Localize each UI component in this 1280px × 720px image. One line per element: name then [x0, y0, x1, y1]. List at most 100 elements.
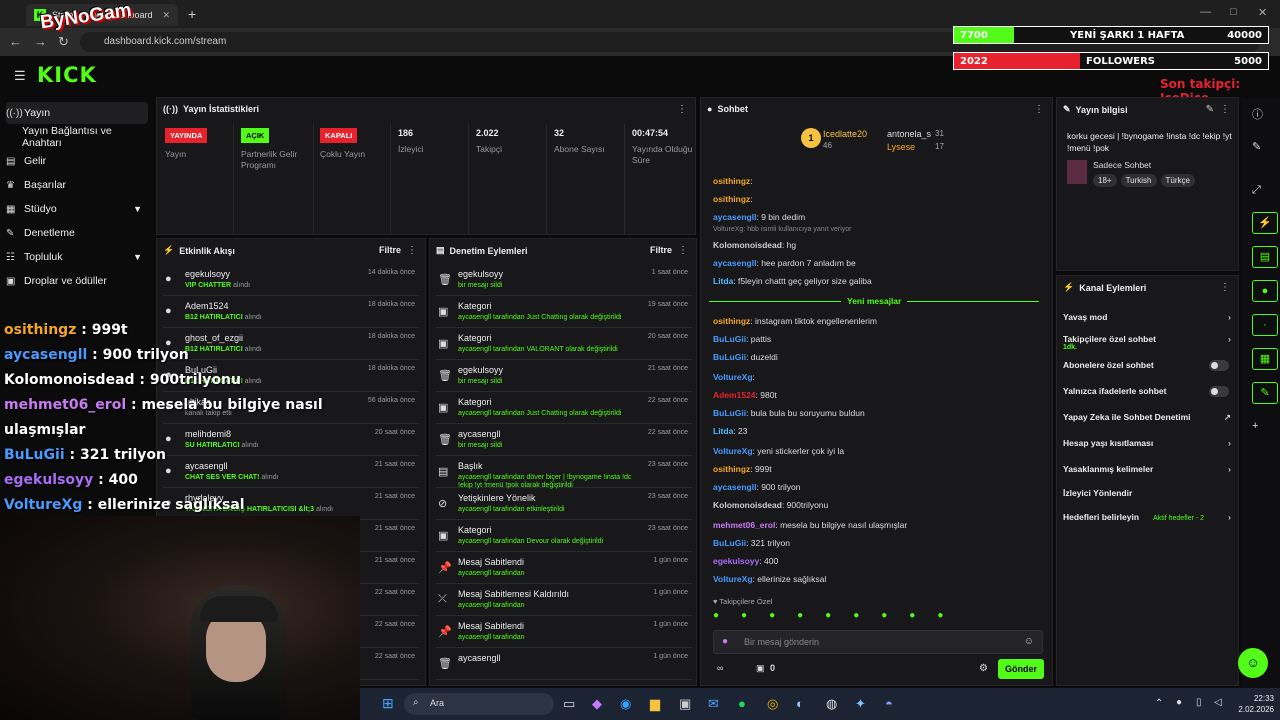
more-icon[interactable]: ⋮	[1220, 282, 1230, 293]
add-icon[interactable]: +	[1252, 420, 1258, 432]
chat-message[interactable]: osithingz: instagram tiktok engellenenle…	[713, 316, 877, 326]
chat-username[interactable]: Kolomonoisdead	[713, 240, 782, 250]
top-gifter-3[interactable]: Lysese	[887, 142, 915, 152]
chat-message[interactable]: osithingz: 999t	[713, 464, 772, 474]
toggle-switch[interactable]	[1209, 386, 1229, 397]
mod-action-row[interactable]: ⤫ Mesaj Sabitlemesi Kaldırıldı aycasengll …	[436, 585, 692, 616]
mod-action-row[interactable]: ▤ Başlık aycasengll tarafından döver biçer…	[436, 457, 692, 489]
more-icon[interactable]: ⋮	[407, 245, 417, 256]
reload-icon[interactable]: ↻	[58, 34, 69, 50]
obs-icon[interactable]: ◍	[826, 696, 837, 712]
mail-icon[interactable]: ✉	[708, 696, 719, 712]
explorer-icon[interactable]: ▆	[650, 696, 660, 712]
chat-username[interactable]: aycasengll	[713, 482, 756, 492]
channel-action[interactable]: Abonelere özel sohbet	[1063, 360, 1235, 386]
activity-row[interactable]: ● aycasengll CHAT SES VER CHAT! alındı 21 s…	[163, 457, 419, 488]
emoji-icon[interactable]: ☺	[1024, 636, 1034, 647]
chat-message[interactable]: BuLuGii: duzeldi	[713, 352, 778, 362]
filter-button[interactable]: Filtre	[650, 245, 672, 255]
chrome-icon[interactable]: ◎	[767, 696, 778, 712]
chat-message[interactable]: BuLuGii: 321 trilyon	[713, 538, 790, 548]
chat-message[interactable]: osithingz:	[713, 176, 753, 186]
send-button[interactable]: Gönder	[998, 659, 1044, 679]
chat-username[interactable]: aycasengll	[713, 212, 756, 222]
new-tab-button[interactable]: +	[188, 6, 196, 22]
chat-message[interactable]: aycasengll: 9 bin dedim	[713, 212, 805, 222]
tag[interactable]: Turkish	[1120, 174, 1157, 187]
chat-username[interactable]: osithingz	[713, 176, 750, 186]
more-icon[interactable]: ⋮	[1220, 104, 1230, 115]
edit-icon[interactable]: ✎	[1252, 140, 1261, 153]
sidebar-item-gelir[interactable]: ▤ Gelir	[6, 150, 148, 172]
chat-username[interactable]: Litda	[713, 276, 733, 286]
mod-action-row[interactable]: ▣ Kategori aycasengll tarafından VALORANT …	[436, 329, 692, 360]
maximize-icon[interactable]: □	[1230, 6, 1237, 18]
sidebar-item-droplar[interactable]: ▣ Droplar ve ödüller	[6, 270, 148, 292]
copilot-icon[interactable]: ◆	[592, 696, 602, 712]
chat-icon[interactable]: ●	[1252, 280, 1278, 302]
support-button[interactable]: ☺	[1238, 648, 1268, 678]
chat-message[interactable]: VoltureXg: ellerinize sağlıksal	[713, 574, 826, 584]
close-window-icon[interactable]: ✕	[1258, 6, 1267, 19]
toggle-switch[interactable]	[1209, 360, 1229, 371]
mod-action-row[interactable]: ⊘ Yetişkinlere Yönelik aycasengll tarafınd…	[436, 489, 692, 520]
chat-username[interactable]: BuLuGii	[713, 334, 746, 344]
chat-username[interactable]: egekulsoyy	[713, 556, 759, 566]
chat-username[interactable]: Adem1524	[713, 390, 756, 400]
chat-message[interactable]: egekulsoyy: 400	[713, 556, 778, 566]
mod-action-row[interactable]: ▣ Kategori aycasengll tarafından Devour ol…	[436, 521, 692, 552]
channel-action[interactable]: Hedefleri belirleyin Aktif hedefler - 2 ›	[1063, 512, 1235, 538]
chat-username[interactable]: Litda	[713, 426, 733, 436]
chat-username[interactable]: osithingz	[713, 194, 750, 204]
chat-message[interactable]: aycasengll: hee pardon 7 anladım be	[713, 258, 856, 268]
chat-username[interactable]: Kolomonoisdead	[713, 500, 782, 510]
chat-username[interactable]: osithingz	[713, 464, 750, 474]
mod-icon[interactable]: ▦	[1252, 348, 1278, 370]
filter-button[interactable]: Filtre	[379, 245, 401, 255]
chat-message[interactable]: Kolomonoisdead: hg	[713, 240, 796, 250]
more-icon[interactable]: ⋮	[1034, 104, 1044, 115]
emote-row[interactable]: ●●●●●●●●●	[713, 610, 1043, 624]
mod-action-row[interactable]: 📌 Mesaj Sabitlendi aycasengll tarafından 1 …	[436, 553, 692, 584]
fullscreen-icon[interactable]: ⤢	[1252, 184, 1261, 197]
tag[interactable]: Türkçe	[1160, 174, 1195, 187]
mod-action-row[interactable]: 🗑 egekulsoyy bir mesajı sildi 21 saat önce	[436, 361, 692, 392]
chat-message[interactable]: BuLuGii: bula bula bu soruyumu buldun	[713, 408, 865, 418]
sidebar-item-stream-key[interactable]: Yayın Bağlantısı ve Anahtarı	[6, 125, 148, 149]
activity-row[interactable]: ● ghost_of_ezgii B12 HATIRLATICI alındı 18 …	[163, 329, 419, 360]
tag[interactable]: 18+	[1093, 174, 1117, 187]
steam-icon[interactable]: ◐	[796, 696, 804, 711]
activity-row[interactable]: ● melihdemi8 SU HATIRLATICI alındı 20 saat …	[163, 425, 419, 456]
chat-message[interactable]: VoltureXg: yeni stickerler çok iyi la	[713, 446, 844, 456]
top-gifter-2[interactable]: antonela_s	[887, 129, 931, 139]
channel-action[interactable]: Yapay Zeka ile Sohbet Denetimi ↗	[1063, 412, 1235, 438]
channel-action[interactable]: Hesap yaşı kısıtlaması ›	[1063, 438, 1235, 464]
mod-action-row[interactable]: 📌 Mesaj Sabitlendi aycasengll tarafından 1 …	[436, 617, 692, 648]
broadcast-icon[interactable]: ·	[1252, 314, 1278, 336]
tray-chevron-icon[interactable]: ⌃	[1155, 698, 1163, 709]
channel-action[interactable]: Yasaklanmış kelimeler ›	[1063, 464, 1235, 490]
chat-message[interactable]: Litda: f5leyin chattt geç geliyor size g…	[713, 276, 872, 286]
channel-action[interactable]: İzleyici Yönlendir	[1063, 488, 1235, 514]
bolt-icon[interactable]: ⚡	[1252, 212, 1278, 234]
sidebar-item-basarilar[interactable]: ♛ Başarılar	[6, 174, 148, 196]
chat-message[interactable]: VoltureXg:	[713, 372, 755, 382]
spotify-icon[interactable]: ●	[738, 696, 746, 711]
chat-username[interactable]: BuLuGii	[713, 352, 746, 362]
edit-icon[interactable]: ✎	[1206, 104, 1214, 115]
sidebar-item-denetleme[interactable]: ✎ Denetleme	[6, 222, 148, 244]
task-view-icon[interactable]: ▭	[563, 696, 575, 712]
chat-username[interactable]: BuLuGii	[713, 408, 746, 418]
clock[interactable]: 22:33 2.02.2026	[1232, 693, 1274, 715]
volume-icon[interactable]: ◁	[1214, 697, 1222, 708]
taskbar-search[interactable]: ⌕ Ara	[404, 693, 554, 715]
channel-action[interactable]: Takipçilere özel sohbet 1dk. ›	[1063, 334, 1235, 360]
mic-icon[interactable]: ●	[1176, 697, 1182, 708]
app-icon[interactable]: ✦	[855, 696, 866, 712]
activity-row[interactable]: ● egekulsoyy VIP CHATTER alındı 14 dakika ö…	[163, 265, 419, 296]
edge-icon[interactable]: ◉	[620, 696, 631, 712]
mod-action-row[interactable]: ▣ Kategori aycasengll tarafından Just Chat…	[436, 297, 692, 328]
wrench-icon[interactable]: ✎	[1252, 382, 1278, 404]
chat-message[interactable]: Litda: 23	[713, 426, 748, 436]
mod-action-row[interactable]: ▣ Kategori aycasengll tarafından Just Chat…	[436, 393, 692, 424]
